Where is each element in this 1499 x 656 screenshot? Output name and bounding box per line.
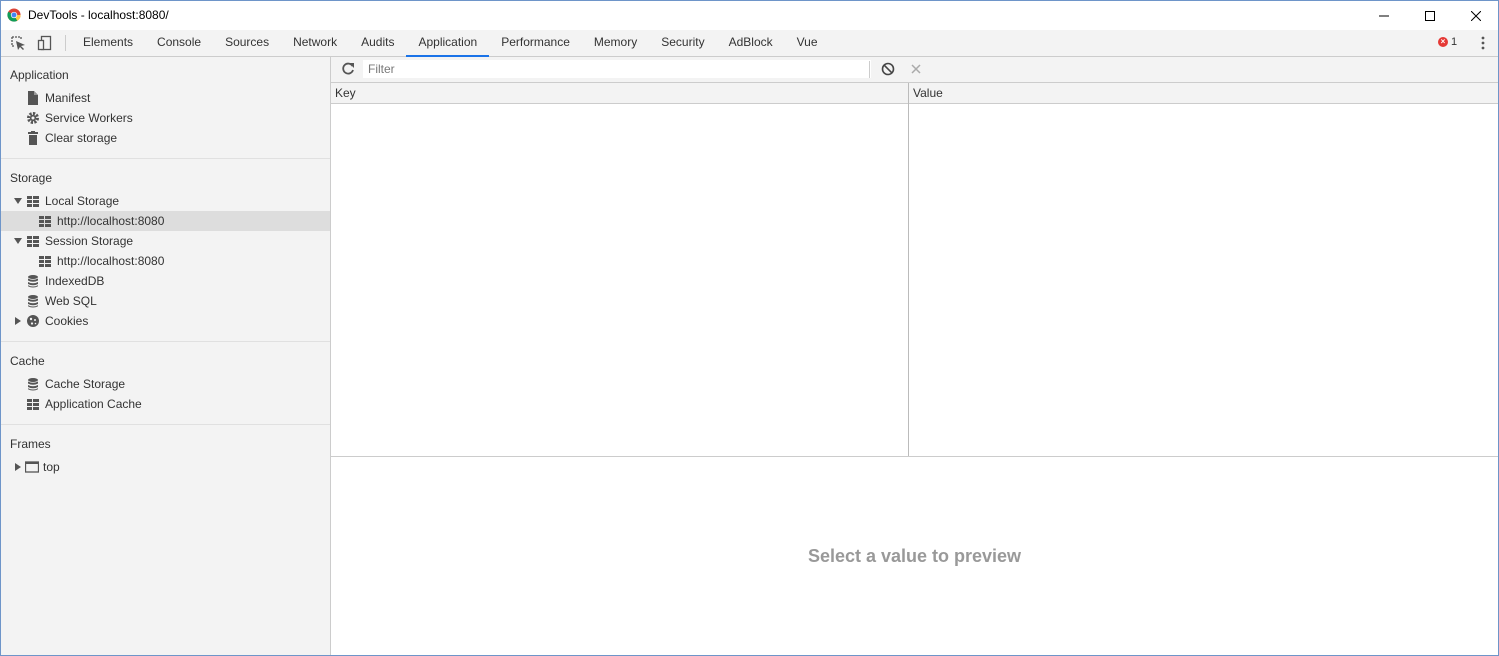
section-title-cache: Cache [10,354,45,368]
table-icon [27,196,39,207]
storage-view: Key Value Select a value to preview [331,57,1498,655]
preview-placeholder: Select a value to preview [807,545,1022,566]
toolbar-divider [869,61,870,78]
sidebar-item-indexeddb[interactable]: IndexedDB [1,271,330,291]
maximize-button[interactable] [1407,1,1453,30]
error-count: 1 [1451,36,1458,48]
error-icon: × [1438,37,1448,47]
sidebar-item-local-storage-origin[interactable]: http://localhost:8080 [1,211,330,231]
clear-all-icon[interactable] [881,62,895,76]
tab-audits[interactable]: Audits [349,30,406,56]
table-icon [39,216,51,227]
sidebar-item-application-cache[interactable]: Application Cache [1,394,330,414]
refresh-icon[interactable] [340,61,356,77]
devtools-window: DevTools - localhost:8080/ Elements Cons… [0,0,1499,656]
tab-memory[interactable]: Memory [582,30,649,56]
frame-icon [25,461,39,473]
tab-security[interactable]: Security [649,30,716,56]
gear-icon [27,112,39,124]
more-options-icon[interactable] [1477,36,1489,50]
maximize-icon [1425,10,1435,21]
panel-tab-bar: Elements Console Sources Network Audits … [1,30,1498,57]
expand-arrow-icon[interactable] [15,317,21,325]
chrome-logo-icon [7,8,21,22]
minimize-button[interactable] [1361,1,1407,30]
sidebar-item-frame-top[interactable]: top [1,457,330,477]
sidebar-item-label: Manifest [45,91,91,105]
title-bar: DevTools - localhost:8080/ [1,1,1498,30]
close-button[interactable] [1453,1,1498,30]
sidebar-item-label: Clear storage [45,131,118,145]
tab-network[interactable]: Network [281,30,349,56]
filter-input[interactable] [363,60,871,78]
window-title: DevTools - localhost:8080/ [28,8,169,22]
column-header-key[interactable]: Key [335,86,356,100]
sidebar-item-label: http://localhost:8080 [57,214,165,228]
sidebar-item-cache-storage[interactable]: Cache Storage [1,374,330,394]
section-title-storage: Storage [10,171,53,185]
application-sidebar: Application Manifest Service Workers Cle… [1,57,331,655]
sidebar-item-local-storage[interactable]: Local Storage [1,191,330,211]
sidebar-item-label: http://localhost:8080 [57,254,165,268]
minimize-icon [1379,15,1389,16]
expand-arrow-icon[interactable] [14,198,22,204]
delete-selected-icon[interactable] [909,62,923,76]
sidebar-item-label: Cache Storage [45,377,126,391]
sidebar-item-clear-storage[interactable]: Clear storage [1,128,330,148]
panel-tabs: Elements Console Sources Network Audits … [71,30,830,57]
sidebar-item-session-storage-origin[interactable]: http://localhost:8080 [1,251,330,271]
data-grid-header: Key Value [331,83,1498,104]
database-icon [28,295,38,308]
device-toolbar-button[interactable] [36,34,54,52]
close-icon [1471,10,1481,21]
error-counter[interactable]: × 1 [1438,36,1457,48]
section-divider [1,158,330,159]
sidebar-item-manifest[interactable]: Manifest [1,88,330,108]
sidebar-item-label: Application Cache [45,397,142,411]
expand-arrow-icon[interactable] [14,238,22,244]
database-icon [28,275,38,288]
column-header-value[interactable]: Value [913,86,943,100]
sidebar-item-label: Web SQL [45,294,97,308]
sidebar-item-label: Cookies [45,314,89,328]
toolbar-divider [65,35,66,51]
sidebar-item-session-storage[interactable]: Session Storage [1,231,330,251]
sidebar-item-cookies[interactable]: Cookies [1,311,330,331]
expand-arrow-icon[interactable] [15,463,21,471]
sidebar-item-web-sql[interactable]: Web SQL [1,291,330,311]
sidebar-item-service-workers[interactable]: Service Workers [1,108,330,128]
tab-adblock[interactable]: AdBlock [717,30,785,56]
document-icon [28,91,38,105]
section-title-application: Application [10,68,69,82]
table-icon [39,256,51,267]
tab-performance[interactable]: Performance [489,30,582,56]
device-icon [37,35,52,51]
section-divider [1,341,330,342]
sidebar-item-label: Local Storage [45,194,120,208]
tab-console[interactable]: Console [145,30,213,56]
preview-panel: Select a value to preview [331,457,1498,655]
inspect-cursor-icon [11,36,25,50]
cookie-icon [27,315,39,327]
section-divider [1,424,330,425]
column-resizer[interactable] [908,83,909,456]
trash-icon [28,131,38,145]
sidebar-item-label: top [43,460,60,474]
sidebar-item-label: Service Workers [45,111,133,125]
table-icon [27,399,39,410]
section-title-frames: Frames [10,437,51,451]
sidebar-item-label: Session Storage [45,234,134,248]
tab-elements[interactable]: Elements [71,30,145,56]
inspect-element-button[interactable] [9,34,27,52]
table-icon [27,236,39,247]
tab-application[interactable]: Application [406,30,489,57]
tab-vue[interactable]: Vue [785,30,830,56]
sidebar-item-label: IndexedDB [45,274,105,288]
database-icon [28,378,38,391]
storage-toolbar [331,57,1498,83]
tab-sources[interactable]: Sources [213,30,281,56]
